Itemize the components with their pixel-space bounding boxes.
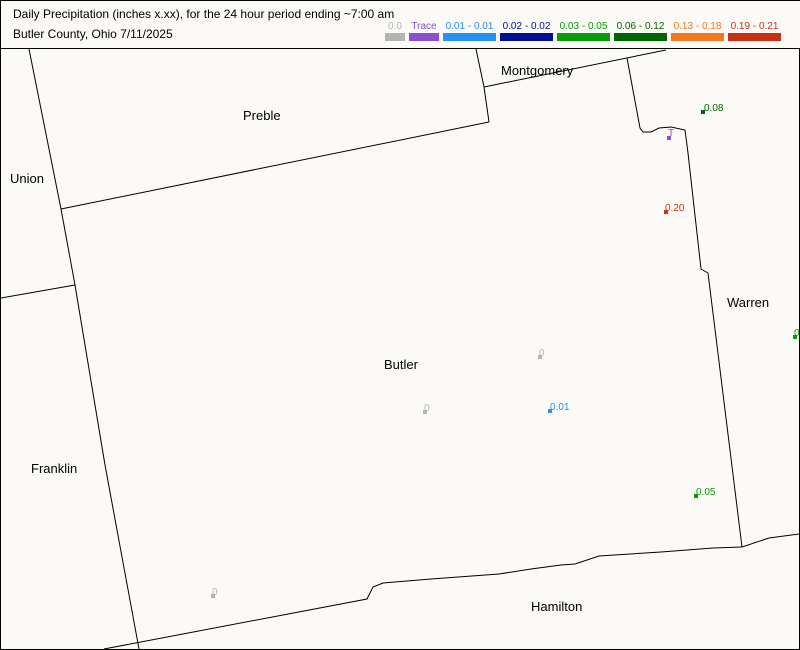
legend-item-019-021: 0.19 - 0.21 <box>728 21 781 41</box>
legend-item-002: 0.02 - 0.02 <box>500 21 553 41</box>
legend-item-001: 0.01 - 0.01 <box>443 21 496 41</box>
legend-label: 0.13 - 0.18 <box>673 21 722 32</box>
county-labels: Montgomery Preble Union Warren Butler Fr… <box>10 63 769 614</box>
legend-swatch <box>443 33 496 41</box>
station-s2[interactable]: T <box>667 128 674 140</box>
station-value: 0.20 <box>665 203 685 214</box>
station-value: 0.01 <box>550 402 570 413</box>
legend-item-0: 0.0 <box>385 21 405 41</box>
station-s8[interactable]: 0 <box>211 587 218 598</box>
station-s5[interactable]: 0 <box>423 403 430 414</box>
legend-swatch <box>409 33 439 41</box>
title-line-1: Daily Precipitation (inches x.xx), for t… <box>13 7 395 21</box>
legend-label: 0.0 <box>388 21 402 32</box>
boundary-preble-butler <box>60 121 490 210</box>
station-s9[interactable]: 0 <box>793 328 799 339</box>
stations: 0.08 T 0.20 0 0 0.01 0.05 0 0 <box>211 103 799 598</box>
legend-item-trace: Trace <box>409 21 439 41</box>
legend-swatch <box>614 33 667 41</box>
legend-label: 0.01 - 0.01 <box>445 21 494 32</box>
county-label-montgomery: Montgomery <box>501 63 574 78</box>
header: Daily Precipitation (inches x.xx), for t… <box>1 1 800 49</box>
station-value: 0 <box>539 348 545 359</box>
station-value: 0 <box>424 403 430 414</box>
county-label-hamilton: Hamilton <box>531 599 582 614</box>
legend-label: 0.03 - 0.05 <box>559 21 608 32</box>
station-value: T <box>668 128 674 139</box>
county-map[interactable]: Montgomery Preble Union Warren Butler Fr… <box>1 49 799 649</box>
legend-swatch <box>728 33 781 41</box>
legend-item-003-005: 0.03 - 0.05 <box>557 21 610 41</box>
county-label-warren: Warren <box>727 295 769 310</box>
boundary-preble-montgomery <box>475 49 490 123</box>
station-s4[interactable]: 0 <box>538 348 545 359</box>
boundary-union-franklin <box>1 284 76 299</box>
station-s3[interactable]: 0.20 <box>664 203 685 214</box>
legend-label: 0.02 - 0.02 <box>502 21 551 32</box>
county-label-union: Union <box>10 171 44 186</box>
legend-label: 0.19 - 0.21 <box>730 21 779 32</box>
county-label-butler: Butler <box>384 357 419 372</box>
station-value: 0.05 <box>696 487 716 498</box>
station-value: 0 <box>794 328 799 339</box>
legend-label: Trace <box>411 21 437 32</box>
station-s6[interactable]: 0.01 <box>548 402 570 413</box>
legend-swatch <box>500 33 553 41</box>
title-line-2: Butler County, Ohio 7/11/2025 <box>13 27 173 41</box>
map-frame: Daily Precipitation (inches x.xx), for t… <box>0 0 800 650</box>
legend-swatch <box>671 33 724 41</box>
legend-swatch <box>385 33 405 41</box>
county-label-preble: Preble <box>243 108 281 123</box>
boundary-west <box>28 49 140 649</box>
station-s7[interactable]: 0.05 <box>694 487 716 498</box>
station-s1[interactable]: 0.08 <box>701 103 724 114</box>
legend-swatch <box>557 33 610 41</box>
boundary-warren-hamilton <box>741 533 799 548</box>
boundary-butler-hamilton <box>103 546 743 649</box>
county-label-franklin: Franklin <box>31 461 77 476</box>
boundary-butler-warren <box>626 57 743 548</box>
station-value: 0.08 <box>704 103 724 114</box>
legend-label: 0.06 - 0.12 <box>616 21 665 32</box>
legend-item-013-018: 0.13 - 0.18 <box>671 21 724 41</box>
legend-item-006-012: 0.06 - 0.12 <box>614 21 667 41</box>
station-value: 0 <box>212 587 218 598</box>
